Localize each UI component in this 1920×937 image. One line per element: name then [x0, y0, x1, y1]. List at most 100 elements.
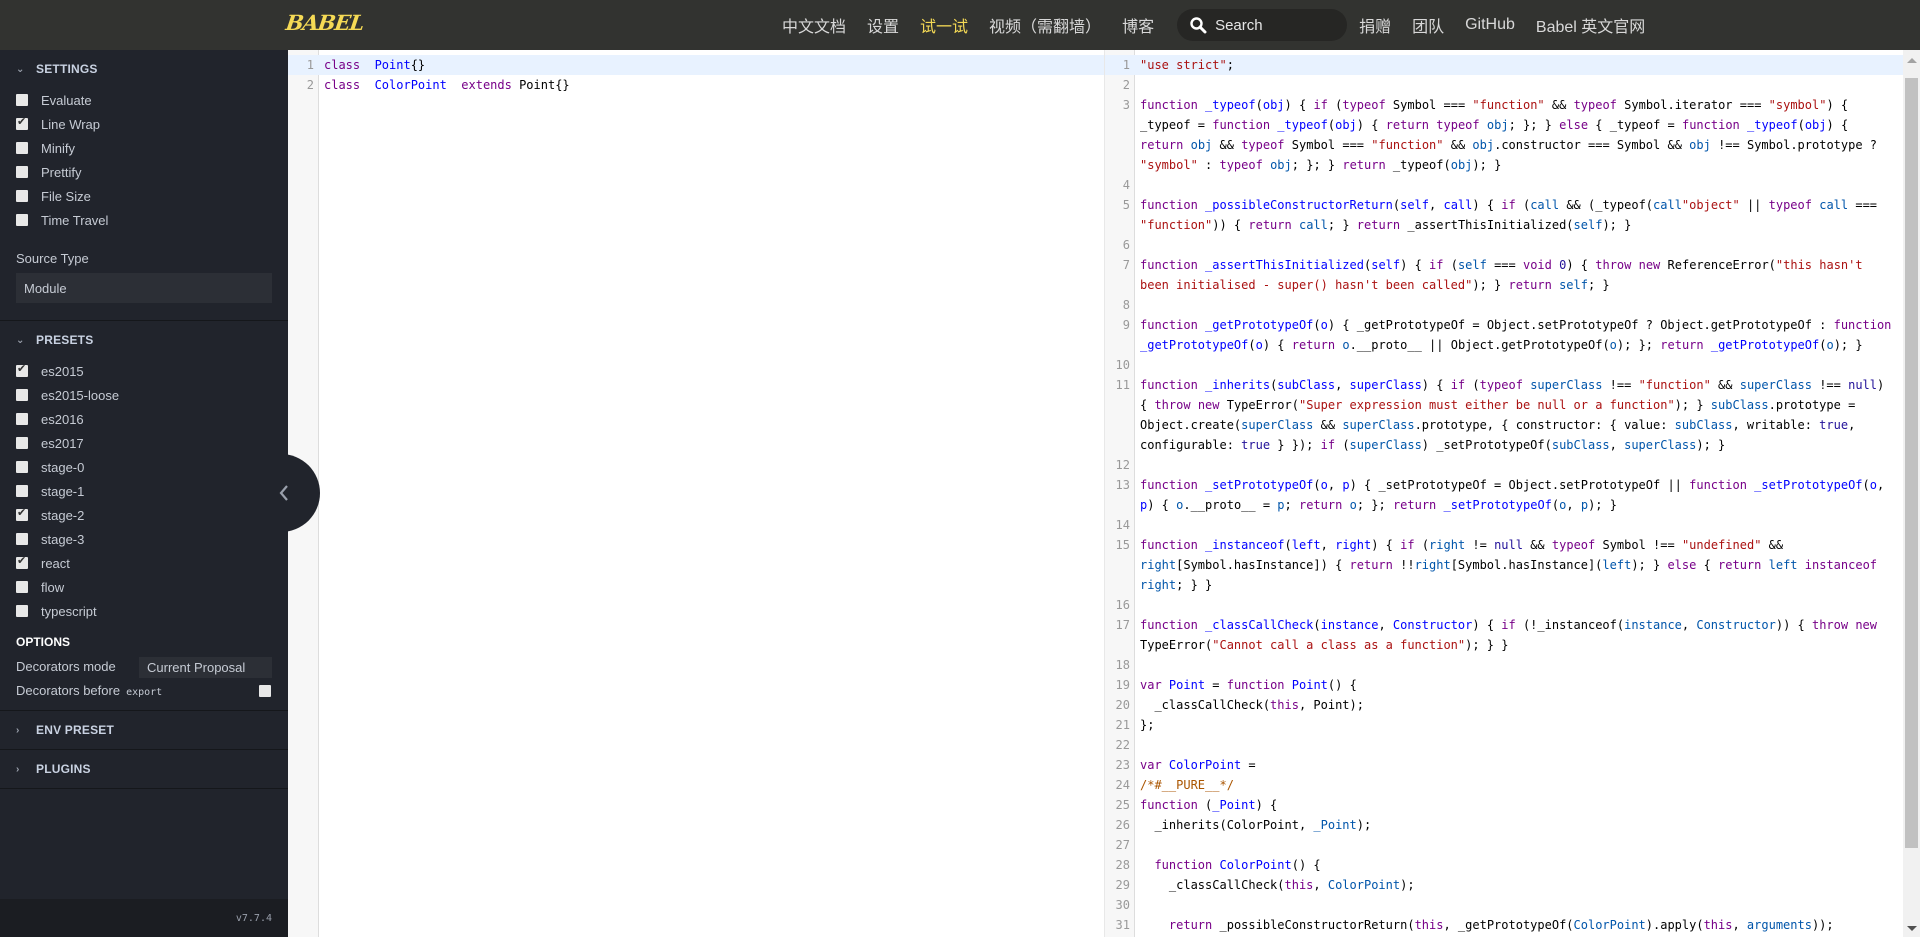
code-token: ,	[1681, 618, 1697, 632]
checkbox[interactable]	[16, 437, 28, 449]
code-token: (	[1313, 618, 1321, 632]
checkbox[interactable]	[16, 581, 28, 593]
code-token: instance	[1624, 618, 1682, 632]
code-token: Point	[1291, 678, 1328, 692]
code-token: return	[1392, 498, 1437, 512]
nav-item-blog[interactable]: 博客	[1122, 13, 1154, 37]
section-divider	[0, 749, 288, 750]
checkbox[interactable]	[16, 94, 28, 106]
nav-item-try-it-out[interactable]: 试一试	[920, 13, 968, 37]
code-token: Point{}	[511, 78, 570, 92]
preset-stage-3[interactable]: stage-3	[16, 529, 84, 549]
export-keyword: export	[126, 687, 163, 698]
setting-time-travel[interactable]: Time Travel	[16, 210, 108, 230]
preset-es2016[interactable]: es2016	[16, 409, 84, 429]
code-token: "symbol"	[1140, 158, 1198, 172]
scroll-up-arrow-icon[interactable]	[1907, 58, 1917, 63]
code-text: var ColorPoint =	[1135, 755, 1905, 775]
decorators-mode-select[interactable]: Current Proposal	[139, 657, 272, 678]
checkbox[interactable]	[16, 413, 28, 425]
decorators-before-export-checkbox[interactable]	[259, 685, 271, 697]
checkbox[interactable]	[16, 190, 28, 202]
nav-item-setup[interactable]: 设置	[867, 13, 899, 37]
code-token: , Point);	[1298, 698, 1364, 712]
preset-stage-1[interactable]: stage-1	[16, 481, 84, 501]
checkbox[interactable]	[16, 389, 28, 401]
preset-typescript[interactable]: typescript	[16, 601, 97, 621]
scroll-down-arrow-icon[interactable]	[1907, 926, 1917, 931]
setting-minify[interactable]: Minify	[16, 138, 75, 158]
search-input[interactable]	[1215, 16, 1336, 34]
line-number: 2	[306, 78, 314, 92]
code-token: ReferenceError(	[1660, 258, 1776, 272]
nav-item-videos[interactable]: 视频（需翻墙）	[989, 13, 1101, 37]
checkbox[interactable]	[16, 485, 28, 497]
input-code-editor[interactable]: 1 class Point{} 2 class ColorPoint extends …	[288, 50, 1105, 937]
preset-es2015[interactable]: es2015	[16, 361, 84, 381]
line-number: 9	[1122, 318, 1130, 332]
code-token: typeof	[1768, 198, 1812, 212]
setting-line-wrap[interactable]: Line Wrap	[16, 114, 100, 134]
nav-item-team[interactable]: 团队	[1412, 13, 1444, 37]
checkbox[interactable]	[16, 533, 28, 545]
code-token: return	[1508, 278, 1552, 292]
code-line: 8	[1105, 295, 1905, 315]
search-box[interactable]	[1177, 9, 1348, 41]
checkbox[interactable]	[16, 506, 28, 521]
checkbox-label: Minify	[41, 140, 75, 156]
code-token: o	[1869, 478, 1877, 492]
env-preset-section-header[interactable]: › ENV PRESET	[16, 723, 114, 737]
code-token: (	[1465, 378, 1480, 392]
code-token: obj	[1335, 118, 1357, 132]
code-token: !!	[1392, 558, 1415, 572]
scrollbar-thumb[interactable]	[1905, 78, 1918, 848]
code-token: superClass	[1739, 378, 1812, 392]
line-number: 28	[1115, 858, 1130, 872]
nav-item-docs[interactable]: 中文文档	[782, 13, 846, 37]
setting-prettify[interactable]: Prettify	[16, 162, 81, 182]
presets-section-header[interactable]: ⌄ PRESETS	[16, 333, 93, 347]
checkbox[interactable]	[16, 166, 28, 178]
output-code-editor[interactable]: 1 "use strict"; 2 3 function _typeof(obj) { …	[1105, 50, 1905, 937]
preset-es2017[interactable]: es2017	[16, 433, 84, 453]
checkbox[interactable]	[16, 461, 28, 473]
code-token: ) {	[1826, 118, 1856, 132]
output-scrollbar[interactable]	[1903, 50, 1920, 937]
checkbox[interactable]	[16, 554, 28, 569]
source-type-select[interactable]: Module	[16, 273, 272, 303]
nav-item-github[interactable]: GitHub	[1465, 16, 1515, 34]
settings-section-header[interactable]: ⌄ SETTINGS	[16, 62, 98, 76]
code-token: ); }	[1696, 438, 1726, 452]
code-token: _getPrototypeOf	[1205, 318, 1314, 332]
code-token: function	[1140, 378, 1198, 392]
code-token: _typeof	[1277, 118, 1328, 132]
nav-item-donate[interactable]: 捐赠	[1359, 13, 1391, 37]
version-label: v7.7.4	[235, 913, 272, 924]
code-token: );	[1356, 818, 1372, 832]
preset-es2015-loose[interactable]: es2015-loose	[16, 385, 119, 405]
plugins-section-header[interactable]: › PLUGINS	[16, 762, 91, 776]
setting-evaluate[interactable]: Evaluate	[16, 90, 92, 110]
babel-logo[interactable]: BABEL	[284, 10, 365, 35]
checkbox[interactable]	[16, 142, 28, 154]
preset-stage-2[interactable]: stage-2	[16, 505, 84, 525]
code-token: o	[1609, 338, 1617, 352]
code-line: 3 function _typeof(obj) { if (typeof Symb…	[1105, 95, 1905, 175]
code-token: ) {	[1472, 198, 1502, 212]
code-token: _classCallCheck(	[1140, 878, 1285, 892]
checkbox[interactable]	[16, 115, 28, 130]
nav-item-babel-english-site[interactable]: Babel 英文官网	[1536, 13, 1645, 37]
checkbox[interactable]	[16, 362, 28, 377]
setting-file-size[interactable]: File Size	[16, 186, 91, 206]
code-line: 25 function (_Point) {	[1105, 795, 1905, 815]
preset-react[interactable]: react	[16, 553, 70, 573]
preset-stage-0[interactable]: stage-0	[16, 457, 84, 477]
checkbox[interactable]	[16, 605, 28, 617]
checkbox[interactable]	[16, 214, 28, 226]
preset-flow[interactable]: flow	[16, 577, 64, 597]
